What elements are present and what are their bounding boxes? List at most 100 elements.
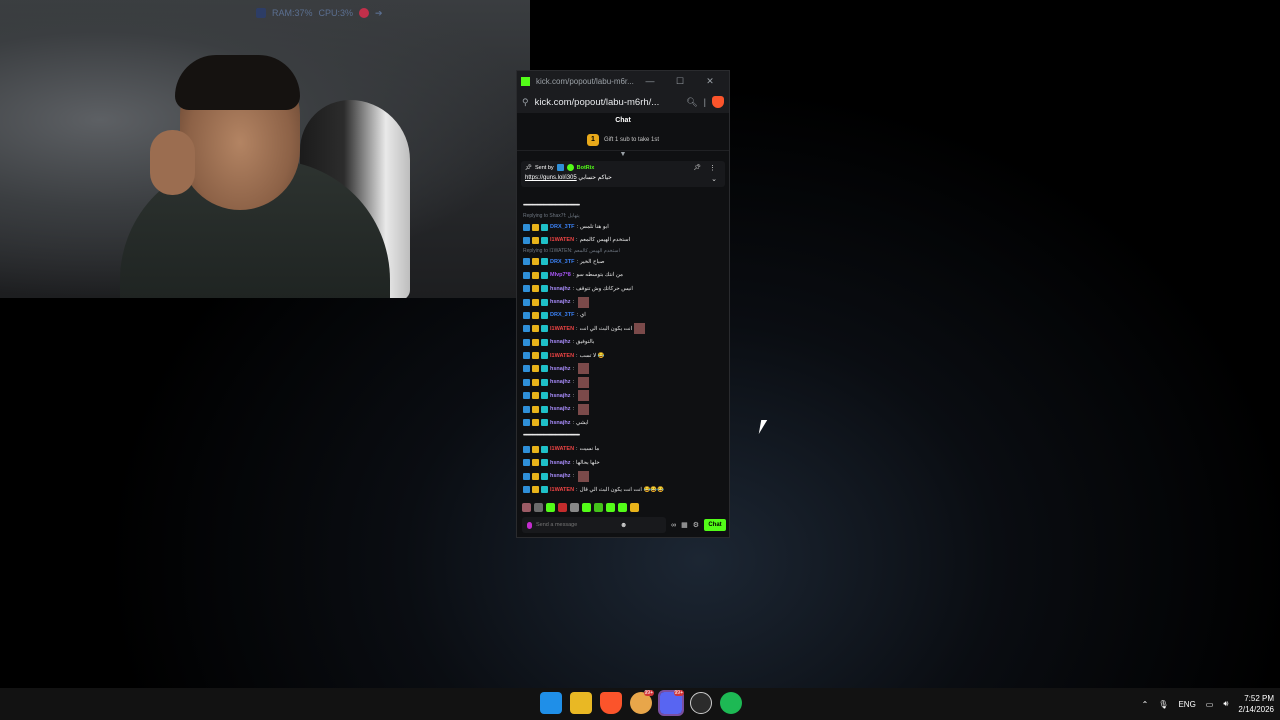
chat-message[interactable]: hsnajhz: بالتوفيق <box>523 336 725 349</box>
mod-badge-icon <box>523 419 530 427</box>
message-username[interactable]: hsnajhz <box>550 299 570 305</box>
gift-sub-bar[interactable]: 1 Gift 1 sub to take 1st <box>517 129 729 151</box>
start-windows-icon[interactable] <box>540 692 562 714</box>
channel-points-icon[interactable]: ∞ <box>671 522 676 529</box>
message-username[interactable]: hsnajhz <box>550 366 570 372</box>
sub-badge-icon <box>541 325 548 333</box>
volume-icon[interactable]: 🔊︎ <box>1223 699 1228 709</box>
address-bar[interactable]: ⚲ kick.com/popout/labu-m6rh/... 🔍︎ | <box>517 91 729 113</box>
chat-message[interactable]: DRX_3TF: اي <box>523 309 725 322</box>
minimize-button[interactable]: — <box>635 76 665 86</box>
discord-icon[interactable]: 99+ <box>658 690 684 716</box>
crown-badge-icon <box>532 352 539 360</box>
chat-message[interactable]: DRX_3TF: صباح الخير <box>523 255 725 268</box>
message-username[interactable]: hsnajhz <box>550 286 570 292</box>
webcam-overlay <box>0 0 530 298</box>
send-chat-button[interactable]: Chat <box>704 519 726 531</box>
chat-message[interactable]: hsnajhz: انيس حركاتك وش تتوقف <box>523 282 725 295</box>
message-username[interactable]: hsnajhz <box>550 406 570 412</box>
brave-browser-icon[interactable] <box>600 692 622 714</box>
sub-badge-icon <box>541 258 548 266</box>
steam-icon[interactable] <box>690 692 712 714</box>
app-icon[interactable]: 99+ <box>630 690 654 714</box>
close-button[interactable]: ✕ <box>695 76 725 87</box>
chat-message[interactable]: I1WATEN: لا تسب 😂 <box>523 349 725 362</box>
crown-badge-icon <box>532 311 539 319</box>
pinned-username[interactable]: BotRix <box>577 165 595 171</box>
chat-message[interactable]: hsnajhz: ايشي <box>523 416 725 429</box>
pin-small-icon: 📌︎ <box>525 164 532 171</box>
chat-message[interactable]: hsnajhz: خلها بحالها <box>523 456 725 469</box>
message-username[interactable]: hsnajhz <box>550 473 570 479</box>
emote-icon[interactable] <box>582 502 591 512</box>
display-icon[interactable]: ▭ <box>1206 700 1214 709</box>
brave-shield-icon[interactable] <box>712 96 724 108</box>
chat-message[interactable]: DRX_3TF: ابو هنا تلمس <box>523 220 725 233</box>
expand-chevron-icon[interactable]: ⌄ <box>711 175 717 183</box>
cpu-readout: CPU:3% <box>318 8 354 18</box>
chat-message[interactable]: hsnajhz: <box>523 469 725 482</box>
message-field[interactable]: ☻ <box>522 517 667 533</box>
message-username[interactable]: I1WATEN <box>550 326 574 332</box>
zoom-icon[interactable]: 🔍︎ <box>686 97 697 108</box>
show-hidden-icons-icon[interactable]: ⌃ <box>1142 700 1149 709</box>
chat-message[interactable]: hsnajhz: <box>523 376 725 389</box>
message-username[interactable]: hsnajhz <box>550 460 570 466</box>
message-username[interactable]: hsnajhz <box>550 420 570 426</box>
chat-message-list[interactable]: ••••••••••••••••••••••••••••••••••••••••… <box>523 199 725 495</box>
spotify-icon[interactable] <box>720 692 742 714</box>
message-username[interactable]: DRX_3TF <box>550 259 574 265</box>
message-username[interactable]: DRX_3TF <box>550 224 574 230</box>
pinned-link[interactable]: https://guns.lol/i305 <box>525 175 577 181</box>
more-options-icon[interactable]: ⋮ <box>709 164 716 172</box>
message-username[interactable]: I1WATEN <box>550 237 574 243</box>
mod-badge-icon <box>523 285 530 293</box>
sub-badge-icon <box>541 445 548 453</box>
message-username[interactable]: DRX_3TF <box>550 312 574 318</box>
username-colon: : <box>572 379 575 386</box>
message-username[interactable]: hsnajhz <box>550 393 570 399</box>
message-text: صباح الخير <box>579 258 605 265</box>
message-username[interactable]: hsnajhz <box>550 339 570 345</box>
microphone-icon[interactable]: 🎙︎ <box>1158 700 1168 709</box>
desktop: RAM:37% CPU:3% ➔ kick.com/popout/labu-m6… <box>0 0 1280 720</box>
chat-message[interactable]: hsnajhz: <box>523 402 725 415</box>
system-monitor: RAM:37% CPU:3% ➔ <box>256 6 383 20</box>
collapse-chevron-icon[interactable]: ▼ <box>517 151 729 159</box>
gift-icon[interactable]: ▦ <box>681 521 688 529</box>
message-input[interactable] <box>536 522 616 528</box>
message-username[interactable]: hsnajhz <box>550 379 570 385</box>
chat-message[interactable]: Mlvp7*8: من انتك بتوسطه سو <box>523 269 725 282</box>
language-indicator[interactable]: ENG <box>1178 700 1195 709</box>
chat-message[interactable]: hsnajhz: <box>523 295 725 308</box>
emote-icon[interactable] <box>534 502 543 512</box>
emote-icon[interactable] <box>606 502 615 512</box>
chat-message[interactable]: I1WATEN: انت يكون البث الي انت <box>523 322 725 335</box>
message-username[interactable]: I1WATEN <box>550 353 574 359</box>
message-username[interactable]: Mlvp7*8 <box>550 272 571 278</box>
message-username[interactable]: I1WATEN <box>550 446 574 452</box>
emote-icon[interactable] <box>570 502 579 512</box>
emote-icon[interactable] <box>522 502 531 512</box>
emote-icon[interactable] <box>630 502 639 512</box>
chat-message[interactable]: hsnajhz: <box>523 389 725 402</box>
chat-message[interactable]: hsnajhz: <box>523 362 725 375</box>
emote-icon[interactable] <box>594 502 603 512</box>
emote-image <box>578 363 590 375</box>
message-username[interactable]: I1WATEN <box>550 487 574 493</box>
clock-date: 2/14/2026 <box>1238 705 1274 714</box>
emote-icon[interactable] <box>558 502 567 512</box>
emote-icon[interactable] <box>618 502 627 512</box>
chat-message[interactable]: I1WATEN: استخدم الهيس كالمعم <box>523 234 725 247</box>
chat-message[interactable]: I1WATEN: انت انت يكون البث الي قال 😂😂😂 <box>523 483 725 495</box>
chat-message[interactable]: I1WATEN: ما نسيت <box>523 443 725 456</box>
site-info-icon[interactable]: ⚲ <box>522 97 529 108</box>
maximize-button[interactable]: ☐ <box>665 76 695 87</box>
file-explorer-icon[interactable] <box>570 692 592 714</box>
emote-icon[interactable] <box>546 502 555 512</box>
clock[interactable]: 7:52 PM 2/14/2026 <box>1238 693 1274 715</box>
url-text[interactable]: kick.com/popout/labu-m6rh/... <box>535 97 681 108</box>
settings-gear-icon[interactable]: ⚙ <box>693 521 699 529</box>
pin-icon[interactable]: 📌︎ <box>693 164 701 171</box>
emoji-icon[interactable]: ☻ <box>620 522 627 529</box>
